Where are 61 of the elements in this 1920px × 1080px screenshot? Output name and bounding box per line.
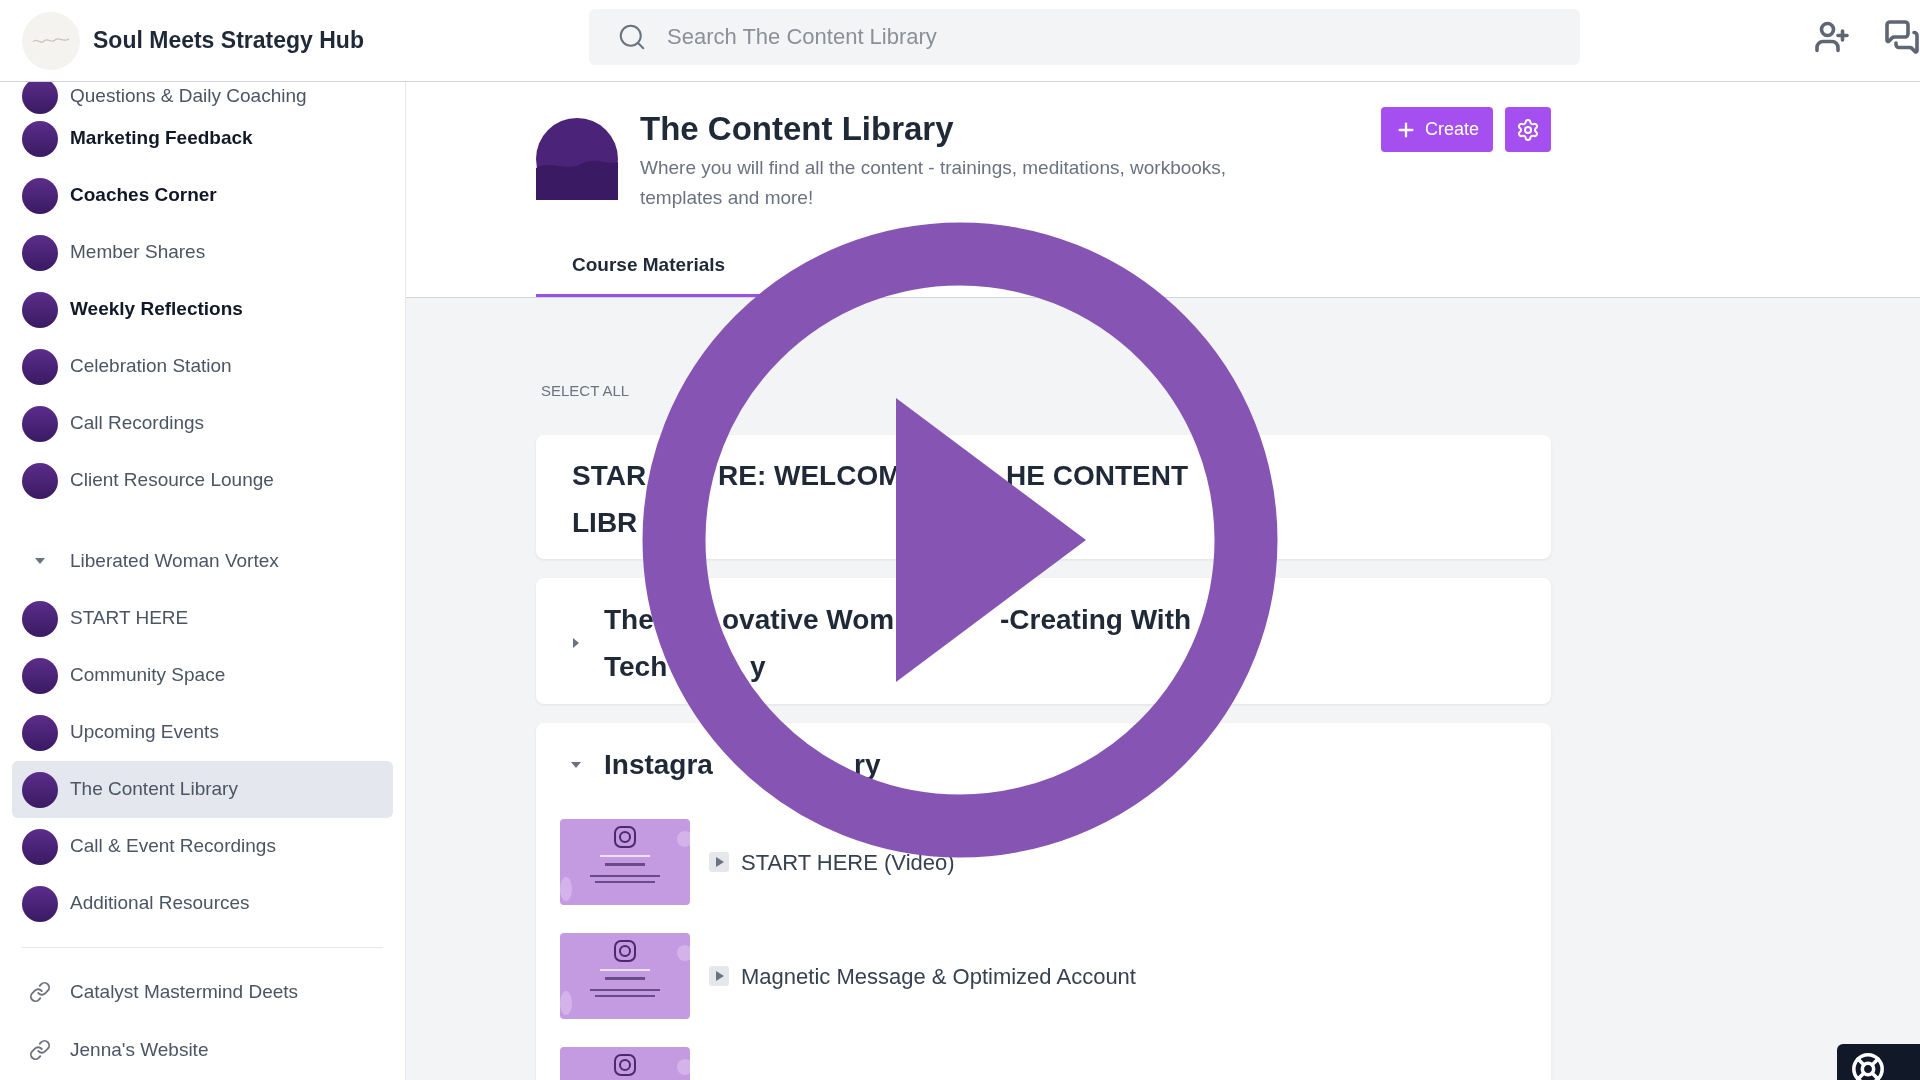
page-description: Where you will find all the content - trainings, meditations, workbooks, templates and more!	[640, 156, 1228, 210]
lesson-title[interactable]: Magnetic Message & Optimized Account	[741, 959, 1136, 993]
create-button[interactable]: Create	[1380, 107, 1493, 152]
link-icon	[29, 981, 51, 1003]
play-icon[interactable]	[709, 966, 729, 986]
space-avatar-icon	[22, 82, 58, 114]
space-avatar-icon	[22, 657, 58, 694]
space-avatar-icon	[22, 177, 58, 214]
section-title: STAR	[572, 459, 647, 491]
section-title: HE CONTENT	[1006, 459, 1188, 491]
sidebar-item[interactable]: Questions & Daily Coaching	[12, 82, 393, 110]
add-member-icon[interactable]	[1814, 19, 1850, 55]
search-field[interactable]: Search The Content Library	[589, 9, 1580, 65]
sidebar-link[interactable]: Jenna's Website	[12, 1021, 393, 1079]
page-title: The Content Library	[640, 109, 955, 149]
sidebar-item[interactable]: Marketing Feedback	[12, 110, 393, 167]
help-widget[interactable]	[1837, 1044, 1920, 1080]
sidebar-item[interactable]: Member Shares	[12, 224, 393, 281]
lesson-title[interactable]: START HERE (Video)	[741, 845, 955, 879]
chat-icon[interactable]	[1884, 17, 1920, 57]
search-icon	[617, 22, 647, 52]
sidebar-link[interactable]: Catalyst Mastermind Deets	[12, 963, 393, 1021]
section-title: ovative Wom	[722, 603, 895, 635]
space-avatar-icon	[22, 234, 58, 271]
lifebuoy-icon	[1851, 1052, 1885, 1080]
tab[interactable]: Course Materials	[536, 236, 762, 297]
sidebar-item[interactable]: Additional Resources	[12, 875, 393, 932]
section-title: The	[604, 603, 654, 635]
sidebar-item[interactable]: Weekly Reflections	[12, 281, 393, 338]
sidebar-item[interactable]: The Content Library	[12, 761, 393, 818]
sidebar-item[interactable]: Upcoming Events	[12, 704, 393, 761]
sidebar-item[interactable]: Coaches Corner	[12, 167, 393, 224]
section-title: -Creating With	[1000, 603, 1192, 635]
sidebar-item[interactable]: Call Recordings	[12, 395, 393, 452]
sidebar-item[interactable]: Community Space	[12, 647, 393, 704]
space-avatar-icon	[22, 291, 58, 328]
sidebar-item[interactable]: Call & Event Recordings	[12, 818, 393, 875]
link-icon	[29, 1039, 51, 1061]
space-avatar-icon	[22, 828, 58, 865]
sidebar-item[interactable]: Client Resource Lounge	[12, 452, 393, 509]
space-avatar-icon	[22, 771, 58, 808]
play-icon[interactable]	[709, 852, 729, 872]
space-avatar-icon	[22, 885, 58, 922]
sidebar-item[interactable]: Celebration Station	[12, 338, 393, 395]
sidebar-group[interactable]: Liberated Woman Vortex	[12, 532, 393, 590]
section-title: Instagra	[604, 748, 713, 780]
space-avatar-icon	[22, 600, 58, 637]
page-avatar-icon	[536, 118, 618, 200]
select-all-link[interactable]: SELECT ALL	[541, 382, 1551, 400]
section-title: LIBR	[572, 506, 638, 538]
section-title: Tech	[604, 650, 668, 682]
sidebar-item[interactable]: START HERE	[12, 590, 393, 647]
section-title: y	[750, 650, 766, 682]
space-avatar-icon	[22, 120, 58, 157]
space-avatar-icon	[22, 462, 58, 499]
space-avatar-icon	[22, 405, 58, 442]
settings-button[interactable]	[1505, 107, 1551, 152]
space-avatar-icon	[22, 714, 58, 751]
gear-icon	[1516, 117, 1540, 142]
community-title: Soul Meets Strategy Hub	[93, 26, 364, 56]
space-avatar-icon	[22, 348, 58, 385]
